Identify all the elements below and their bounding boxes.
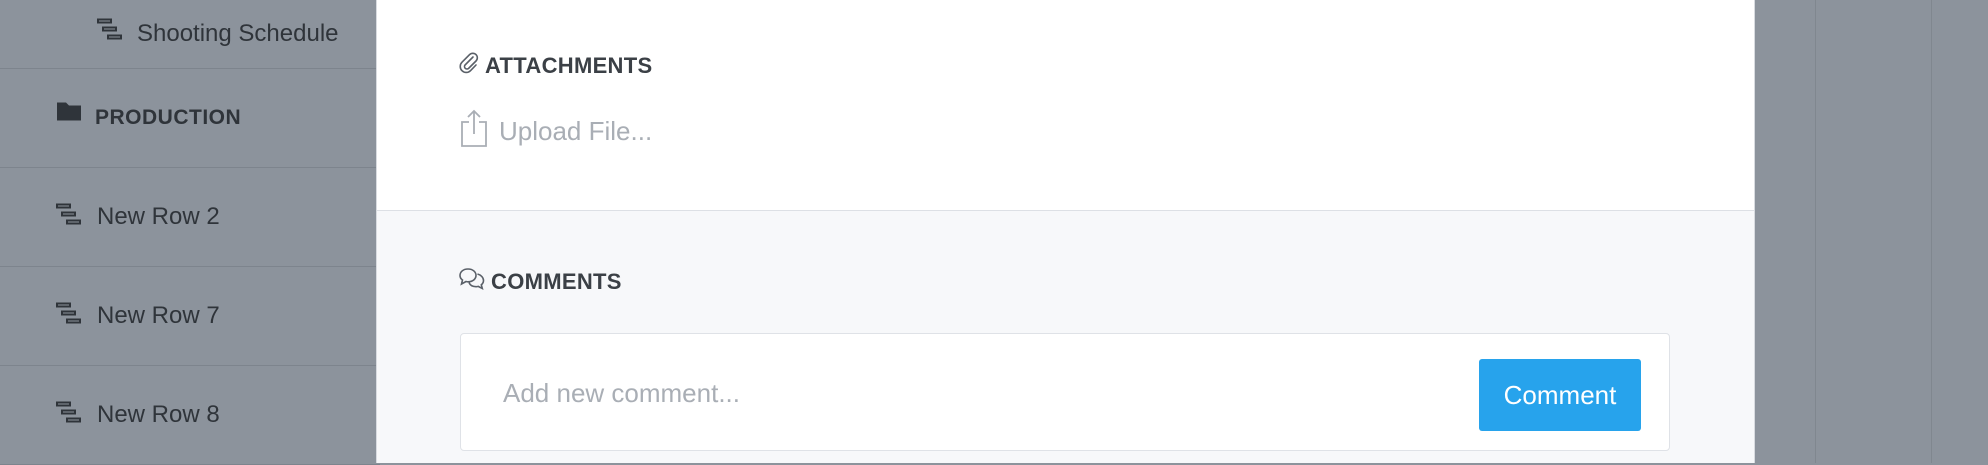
sidebar-item-new-row-8[interactable]: New Row 8 xyxy=(0,366,380,465)
sidebar-item-new-row-2[interactable]: New Row 2 xyxy=(0,168,380,267)
comments-heading: COMMENTS xyxy=(459,267,622,297)
sidebar: Shooting Schedule PRODUCTION New Row 2 N… xyxy=(0,0,380,465)
comment-composer: Comment xyxy=(460,333,1670,451)
sidebar-item-label: New Row 7 xyxy=(97,302,220,329)
attachments-title: ATTACHMENTS xyxy=(485,53,653,78)
upload-icon xyxy=(459,108,489,155)
sidebar-item-new-row-7[interactable]: New Row 7 xyxy=(0,267,380,366)
upload-file-label: Upload File... xyxy=(499,116,653,146)
paperclip-icon xyxy=(459,52,479,80)
sidebar-item-label: Shooting Schedule xyxy=(137,19,339,47)
gantt-icon xyxy=(56,203,82,232)
grid-divider xyxy=(1815,0,1816,463)
gantt-icon xyxy=(56,401,82,430)
speech-bubbles-icon xyxy=(459,267,485,297)
sidebar-item-shooting-schedule[interactable]: Shooting Schedule xyxy=(0,0,380,69)
folder-icon xyxy=(56,100,82,127)
gantt-icon xyxy=(56,302,82,331)
sidebar-item-production[interactable]: PRODUCTION xyxy=(0,69,380,168)
upload-file-button[interactable]: Upload File... xyxy=(459,108,652,155)
comments-section: COMMENTS Comment xyxy=(377,210,1754,463)
detail-modal: ATTACHMENTS Upload File... COMMENTS Add … xyxy=(376,0,1755,463)
sidebar-item-label: New Row 2 xyxy=(97,203,220,230)
comment-button[interactable]: Comment xyxy=(1479,359,1641,431)
attachments-heading: ATTACHMENTS xyxy=(459,52,652,80)
sidebar-item-label: New Row 8 xyxy=(97,401,220,428)
attachments-section: ATTACHMENTS Upload File... xyxy=(377,0,1754,210)
comment-input[interactable] xyxy=(501,362,1465,424)
grid-divider xyxy=(1931,0,1932,463)
gantt-icon xyxy=(97,17,123,46)
background-grid xyxy=(1755,0,1988,463)
sidebar-item-label: PRODUCTION xyxy=(95,106,242,129)
comments-title: COMMENTS xyxy=(491,269,622,294)
